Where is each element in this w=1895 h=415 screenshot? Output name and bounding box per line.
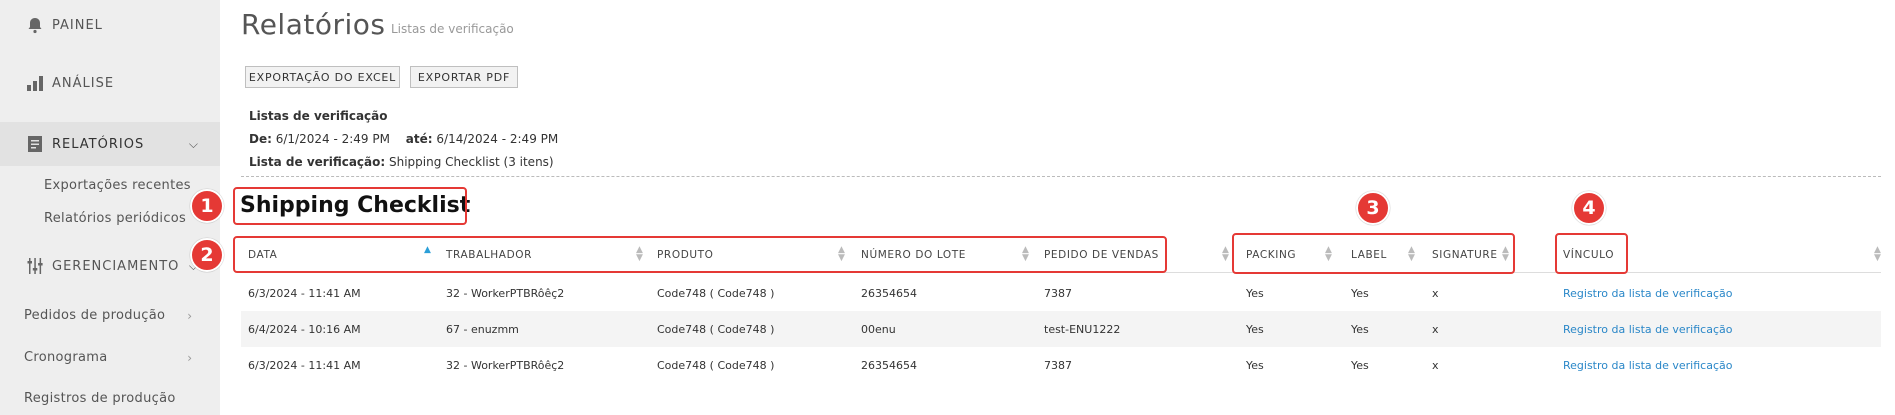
annotation-box-3 xyxy=(1232,233,1515,274)
annotation-badge-3: 3 xyxy=(1356,191,1390,225)
sidebar-item-pedidos-producao[interactable]: Pedidos de produção xyxy=(24,308,165,323)
cell-label: Yes xyxy=(1351,359,1369,372)
checklist-record-link[interactable]: Registro da lista de verificação xyxy=(1563,323,1732,336)
annotation-badge-4: 4 xyxy=(1572,191,1606,225)
sidebar-subitem-relatorios-periodicos[interactable]: Relatórios periódicos xyxy=(44,211,186,226)
cell-numero-lote: 00enu xyxy=(861,323,896,336)
export-pdf-button[interactable]: EXPORTAR PDF xyxy=(410,66,518,88)
sort-icon[interactable]: ▲ ▼ xyxy=(1874,246,1881,263)
from-label: De: xyxy=(249,132,272,146)
sliders-icon xyxy=(24,255,46,277)
table-row: 6/3/2024 - 11:41 AM 32 - WorkerPTBRôêç2 … xyxy=(241,347,1881,383)
page-title: Relatórios xyxy=(241,8,386,41)
report-checklist: Lista de verificação: Shipping Checklist… xyxy=(249,155,554,169)
cell-numero-lote: 26354654 xyxy=(861,359,917,372)
bar-chart-icon xyxy=(24,72,46,94)
sidebar-item-cronograma[interactable]: Cronograma xyxy=(24,350,107,365)
chevron-right-icon: › xyxy=(187,351,192,365)
from-value: 6/1/2024 - 2:49 PM xyxy=(275,132,390,146)
sidebar-item-label: ANÁLISE xyxy=(52,75,115,91)
cell-trabalhador: 67 - enuzmm xyxy=(446,323,519,336)
report-heading: Listas de verificação xyxy=(249,109,388,123)
report-date-range: De: 6/1/2024 - 2:49 PM até: 6/14/2024 - … xyxy=(249,132,558,146)
checklist-label: Lista de verificação: xyxy=(249,155,386,169)
sidebar-item-painel[interactable]: PAINEL xyxy=(0,10,220,40)
sidebar-item-label: RELATÓRIOS xyxy=(52,136,145,152)
checklist-record-link[interactable]: Registro da lista de verificação xyxy=(1563,287,1732,300)
sidebar-item-label: PAINEL xyxy=(52,17,103,33)
sort-icon[interactable]: ▲ ▼ xyxy=(1222,246,1229,263)
cell-data: 6/3/2024 - 11:41 AM xyxy=(248,287,361,300)
cell-pedido-vendas: 7387 xyxy=(1044,359,1072,372)
sidebar: PAINEL ANÁLISE RELATÓRIOS ⌵ Exportações … xyxy=(0,0,220,415)
to-label: até: xyxy=(405,132,433,146)
cell-produto: Code748 ( Code748 ) xyxy=(657,359,775,372)
checklist-record-link[interactable]: Registro da lista de verificação xyxy=(1563,359,1732,372)
cell-packing: Yes xyxy=(1246,359,1264,372)
annotation-badge-2: 2 xyxy=(190,238,224,272)
cell-data: 6/4/2024 - 10:16 AM xyxy=(248,323,361,336)
sidebar-item-analise[interactable]: ANÁLISE xyxy=(0,68,220,98)
table-row: 6/3/2024 - 11:41 AM 32 - WorkerPTBRôêç2 … xyxy=(241,275,1881,311)
cell-packing: Yes xyxy=(1246,323,1264,336)
divider xyxy=(241,176,1881,177)
chevron-right-icon: › xyxy=(187,309,192,323)
cell-produto: Code748 ( Code748 ) xyxy=(657,287,775,300)
cell-signature: x xyxy=(1432,287,1439,300)
cell-pedido-vendas: test-ENU1222 xyxy=(1044,323,1121,336)
cell-numero-lote: 26354654 xyxy=(861,287,917,300)
annotation-badge-1: 1 xyxy=(190,189,224,223)
page-subtitle: Listas de verificação xyxy=(391,22,514,36)
cell-data: 6/3/2024 - 11:41 AM xyxy=(248,359,361,372)
sidebar-item-relatorios[interactable]: RELATÓRIOS ⌵ xyxy=(0,122,220,166)
sidebar-subitem-exportacoes[interactable]: Exportações recentes xyxy=(44,178,191,193)
cell-pedido-vendas: 7387 xyxy=(1044,287,1072,300)
annotation-box-1 xyxy=(233,187,467,225)
export-excel-button[interactable]: EXPORTAÇÃO DO EXCEL xyxy=(245,66,400,88)
cell-signature: x xyxy=(1432,323,1439,336)
sidebar-item-registros-producao[interactable]: Registros de produção xyxy=(24,391,176,406)
bell-icon xyxy=(24,14,46,36)
cell-label: Yes xyxy=(1351,287,1369,300)
to-value: 6/14/2024 - 2:49 PM xyxy=(436,132,559,146)
annotation-box-2 xyxy=(233,236,1167,273)
document-icon xyxy=(24,133,46,155)
sidebar-item-label: GERENCIAMENTO xyxy=(52,258,180,274)
sidebar-item-gerenciamento[interactable]: GERENCIAMENTO ⌵ xyxy=(0,251,220,281)
table-row: 6/4/2024 - 10:16 AM 67 - enuzmm Code748 … xyxy=(241,311,1881,347)
cell-trabalhador: 32 - WorkerPTBRôêç2 xyxy=(446,287,565,300)
cell-signature: x xyxy=(1432,359,1439,372)
checklist-value: Shipping Checklist (3 itens) xyxy=(389,155,554,169)
cell-packing: Yes xyxy=(1246,287,1264,300)
cell-trabalhador: 32 - WorkerPTBRôêç2 xyxy=(446,359,565,372)
annotation-box-4 xyxy=(1555,233,1628,274)
chevron-down-icon[interactable]: ⌵ xyxy=(189,137,198,152)
cell-produto: Code748 ( Code748 ) xyxy=(657,323,775,336)
cell-label: Yes xyxy=(1351,323,1369,336)
